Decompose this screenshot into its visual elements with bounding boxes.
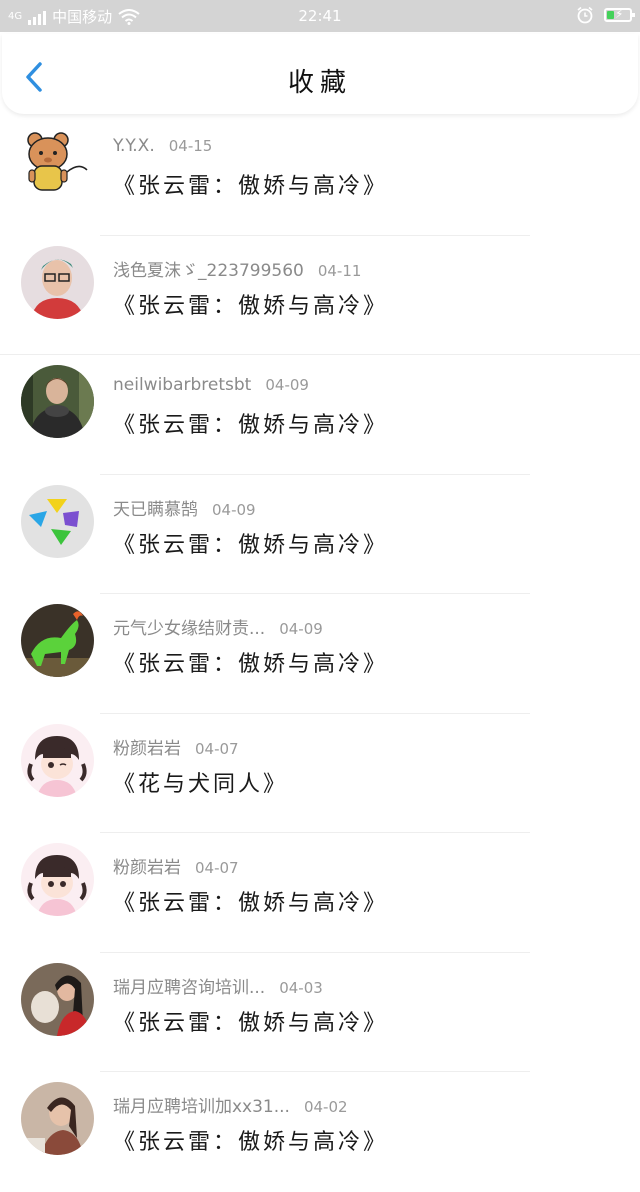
battery-icon: ⚡ [604, 7, 635, 22]
avatar-photo [21, 245, 94, 319]
list-item[interactable]: 天已瞒慕鹄 04-09 《张云雷：傲娇与高冷》 [0, 475, 640, 594]
work-title: 《张云雷：傲娇与高冷》 [113, 174, 389, 199]
list-item[interactable]: 浅色夏沫ゞ_223799560 04-11 《张云雷：傲娇与高冷》 [0, 236, 640, 355]
date: 04-02 [303, 1098, 348, 1116]
avatar-photo [21, 365, 94, 438]
work-title: 《张云雷：傲娇与高冷》 [113, 891, 389, 916]
list-item[interactable]: 粉颜岩岩 04-07 《张云雷：傲娇与高冷》 [0, 833, 640, 953]
work-title: 《张云雷：傲娇与高冷》 [113, 413, 389, 438]
date: 04-09 [265, 376, 309, 394]
avatar-bear [21, 126, 94, 199]
clock: 22:41 [298, 7, 342, 25]
date: 04-09 [279, 620, 323, 638]
username: 瑞月应聘培训加xx31... [113, 1097, 290, 1117]
username: Y.Y.X. [113, 136, 155, 156]
username: 浅色夏沫ゞ_223799560 [113, 260, 304, 281]
username: 元气少女缘结财责... [113, 619, 266, 639]
work-title: 《张云雷：傲娇与高冷》 [113, 532, 389, 558]
avatar-horse [21, 604, 94, 677]
work-title: 《张云雷：傲娇与高冷》 [113, 652, 389, 677]
work-title: 《张云雷：傲娇与高冷》 [113, 1010, 389, 1036]
username: neilwibarbretsbt [113, 375, 252, 395]
list-item[interactable]: Y.Y.X. 04-15 《张云雷：傲娇与高冷》 [0, 116, 640, 236]
date: 04-07 [195, 739, 239, 758]
avatar-gems [21, 484, 94, 558]
favorites-list: Y.Y.X. 04-15 《张云雷：傲娇与高冷》 浅色夏沫ゞ_223799560 0… [0, 116, 640, 1192]
avatar-anime-girl [21, 843, 94, 916]
list-item[interactable]: 瑞月应聘培训加xx31... 04-02 《张云雷：傲娇与高冷》 [0, 1072, 640, 1192]
list-item[interactable]: 粉颜岩岩 04-07 《花与犬同人》 [0, 714, 640, 833]
username: 粉颜岩岩 [113, 738, 181, 759]
status-bar: 4G 中国移动 22:41 ⚡ [0, 0, 640, 32]
nav-header: 收藏 [2, 34, 638, 114]
username: 粉颜岩岩 [113, 858, 181, 878]
list-item[interactable]: 瑞月应聘咨询培训... 04-03 《张云雷：傲娇与高冷》 [0, 953, 640, 1072]
avatar-photo [21, 962, 94, 1036]
date: 04-11 [317, 261, 362, 280]
work-title: 《张云雷：傲娇与高冷》 [113, 293, 389, 319]
work-title: 《花与犬同人》 [113, 771, 289, 797]
avatar-anime-girl [21, 723, 94, 797]
username: 天已瞒慕鹄 [113, 499, 198, 520]
alarm-icon [577, 6, 593, 24]
list-item[interactable]: 元气少女缘结财责... 04-09 《张云雷：傲娇与高冷》 [0, 594, 640, 714]
date: 04-15 [168, 137, 213, 155]
list-item[interactable]: neilwibarbretsbt 04-09 《张云雷：傲娇与高冷》 [0, 355, 640, 475]
work-title: 《张云雷：傲娇与高冷》 [113, 1130, 389, 1155]
battery-level [607, 11, 614, 19]
avatar-photo [21, 1082, 94, 1155]
page-title: 收藏 [287, 68, 352, 98]
date: 04-09 [212, 500, 256, 519]
date: 04-03 [279, 978, 323, 997]
date: 04-07 [195, 859, 239, 877]
username: 瑞月应聘咨询培训... [113, 977, 266, 998]
